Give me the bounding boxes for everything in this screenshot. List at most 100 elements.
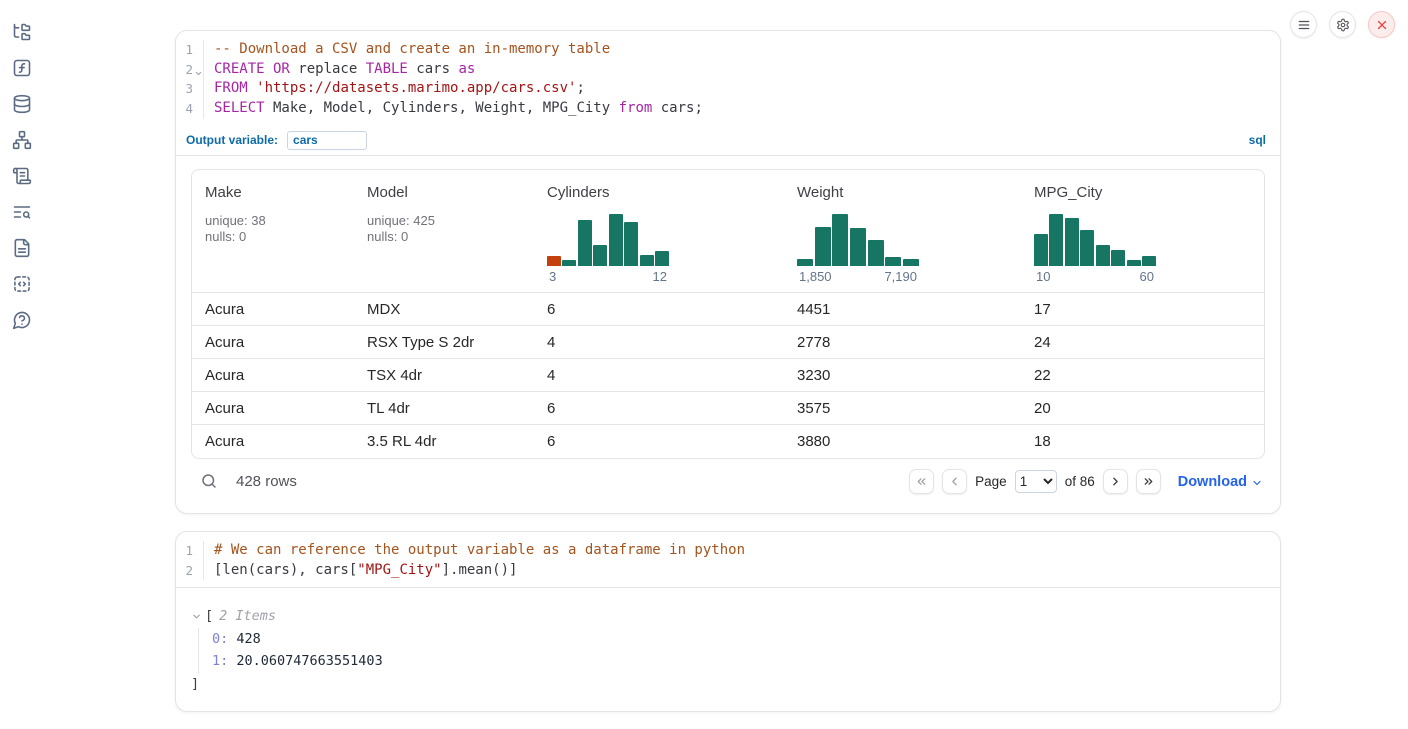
tree-item-value: 428	[228, 631, 261, 647]
pagination: Page 1 of 86	[909, 469, 1161, 494]
table-row: AcuraTL 4dr6357520	[192, 392, 1264, 425]
help-chat-icon[interactable]	[11, 309, 33, 331]
sidebar	[0, 0, 44, 729]
histogram-bar	[1065, 218, 1079, 266]
tree-items-count: 2 Items	[219, 605, 276, 627]
code-text: FROM 'https://datasets.marimo.app/cars.c…	[203, 79, 585, 99]
row-count: 428 rows	[236, 473, 297, 490]
tree-collapse-chevron-icon[interactable]	[191, 611, 203, 623]
sql-cell-output: Makeunique: 38nulls: 0Modelunique: 425nu…	[176, 156, 1280, 505]
column-title: MPG_City	[1034, 184, 1264, 201]
column-stat: unique: 425	[367, 213, 534, 229]
column-title: Weight	[797, 184, 1021, 201]
table-cell: 18	[1021, 425, 1264, 458]
column-header-mpg_city[interactable]: MPG_City1060	[1021, 170, 1264, 293]
column-title: Make	[205, 184, 354, 201]
notebook: 1 -- Download a CSV and create an in-memo…	[175, 0, 1281, 712]
menu-icon[interactable]	[1290, 11, 1317, 38]
logs-scroll-icon[interactable]	[11, 165, 33, 187]
table-cell: 4	[534, 326, 784, 359]
histogram-axis-label: 1,850	[799, 269, 832, 284]
table-cell: 3880	[784, 425, 1021, 458]
histogram-axis-label: 7,190	[884, 269, 917, 284]
first-page-button[interactable]	[909, 469, 934, 494]
line-number: 1	[176, 40, 203, 60]
column-histogram	[1034, 214, 1156, 266]
histogram-axis-labels: 1,850 7,190	[797, 269, 919, 284]
line-number: 2	[176, 60, 203, 80]
tree-close-bracket: ]	[191, 673, 1265, 695]
code-token: "MPG_City"	[357, 562, 441, 578]
line-number: 3	[176, 79, 203, 99]
table-cell: Acura	[192, 392, 354, 425]
code-token: cars	[408, 61, 459, 77]
next-page-button[interactable]	[1103, 469, 1128, 494]
prev-page-button[interactable]	[942, 469, 967, 494]
table-cell: 3230	[784, 359, 1021, 392]
code-token: ;	[576, 80, 584, 96]
python-code-editor[interactable]: 1# We can reference the output variable …	[176, 532, 1280, 588]
tree-item-value: 20.060747663551403	[228, 653, 382, 669]
table-cell: Acura	[192, 326, 354, 359]
table-row: AcuraTSX 4dr4323022	[192, 359, 1264, 392]
histogram-bar	[1127, 260, 1141, 266]
table-cell: 6	[534, 293, 784, 326]
shutdown-x-icon[interactable]	[1368, 11, 1395, 38]
histogram-bar	[903, 259, 919, 266]
histogram-bar	[609, 214, 623, 266]
code-line: 2CREATE OR replace TABLE cars as	[176, 60, 1280, 80]
table-cell: Acura	[192, 293, 354, 326]
histogram-axis-label: 3	[549, 269, 556, 284]
file-explorer-tree-icon[interactable]	[11, 21, 33, 43]
table-cell: 24	[1021, 326, 1264, 359]
snippets-code-icon[interactable]	[11, 273, 33, 295]
histogram-axis-label: 12	[653, 269, 667, 284]
histogram-bar	[624, 222, 638, 266]
download-label: Download	[1178, 474, 1247, 490]
histogram-bar	[655, 251, 669, 266]
code-token: TABLE	[366, 61, 408, 77]
code-text: CREATE OR replace TABLE cars as	[203, 60, 475, 80]
histogram-bar	[1111, 250, 1125, 266]
code-text: # We can reference the output variable a…	[203, 541, 745, 561]
column-header-cylinders[interactable]: Cylinders 3 12	[534, 170, 784, 293]
tree-item-key: 0:	[212, 631, 228, 647]
code-line: 1# We can reference the output variable …	[176, 541, 1280, 561]
scratchpad-search-icon[interactable]	[11, 201, 33, 223]
last-page-button[interactable]	[1136, 469, 1161, 494]
table-footer: 428 rows Page 1 of 86	[191, 459, 1265, 505]
documentation-file-icon[interactable]	[11, 237, 33, 259]
download-button[interactable]: Download	[1178, 474, 1263, 490]
table-cell: 6	[534, 425, 784, 458]
page-select[interactable]: 1	[1015, 470, 1057, 493]
python-cell: 1# We can reference the output variable …	[175, 531, 1281, 712]
table-cell: 4	[534, 359, 784, 392]
tree-item: 1: 20.060747663551403	[212, 650, 1265, 672]
code-token: -- Download a CSV and create an in-memor…	[214, 41, 610, 57]
table-cell: 20	[1021, 392, 1264, 425]
page-total-label: of 86	[1065, 474, 1095, 489]
table-cell: 2778	[784, 326, 1021, 359]
histogram-bar	[1034, 234, 1048, 266]
variables-function-icon[interactable]	[11, 57, 33, 79]
column-header-make[interactable]: Makeunique: 38nulls: 0	[192, 170, 354, 293]
column-header-model[interactable]: Modelunique: 425nulls: 0	[354, 170, 534, 293]
settings-gear-icon[interactable]	[1329, 11, 1356, 38]
code-token: as	[458, 61, 475, 77]
column-header-weight[interactable]: Weight 1,850 7,190	[784, 170, 1021, 293]
chevron-down-icon	[1251, 477, 1263, 489]
column-title: Cylinders	[547, 184, 784, 201]
sql-code-editor[interactable]: 1 -- Download a CSV and create an in-memo…	[176, 31, 1280, 126]
data-table: Makeunique: 38nulls: 0Modelunique: 425nu…	[191, 169, 1265, 459]
code-token: cars;	[652, 100, 703, 116]
histogram-bar	[1142, 256, 1156, 266]
dependency-graph-icon[interactable]	[11, 129, 33, 151]
datasources-database-icon[interactable]	[11, 93, 33, 115]
table-cell: TL 4dr	[354, 392, 534, 425]
search-icon[interactable]	[199, 472, 219, 492]
code-line: 4SELECT Make, Model, Cylinders, Weight, …	[176, 99, 1280, 119]
table-row: AcuraRSX Type S 2dr4277824	[192, 326, 1264, 359]
output-variable-input[interactable]	[287, 131, 367, 150]
code-text: -- Download a CSV and create an in-memor…	[203, 40, 610, 60]
table-cell: 22	[1021, 359, 1264, 392]
